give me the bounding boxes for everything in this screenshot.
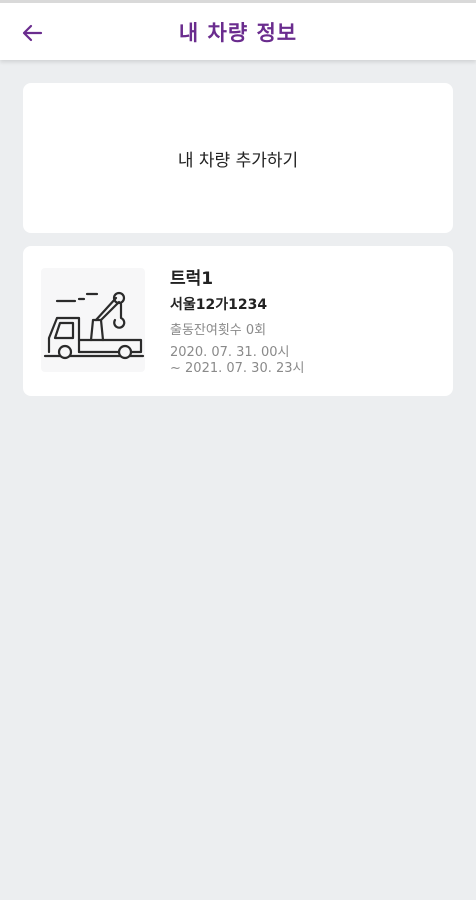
service-period: 2020. 07. 31. 00시 ~ 2021. 07. 30. 23시 xyxy=(170,345,305,377)
vehicle-thumbnail xyxy=(41,268,145,372)
add-vehicle-label: 내 차량 추가하기 xyxy=(177,150,299,171)
remaining-dispatch-count: 출동잔여횟수 0회 xyxy=(170,323,267,338)
vehicle-plate-number: 서울12가1234 xyxy=(170,297,268,313)
add-vehicle-card[interactable]: 내 차량 추가하기 xyxy=(23,83,453,233)
vehicle-card[interactable]: 트럭1 서울12가1234 출동잔여횟수 0회 2020. 07. 31. 00… xyxy=(23,246,453,396)
page-title: 내 차량 정보 xyxy=(178,21,298,45)
period-start: 2020. 07. 31. 00시 xyxy=(170,345,290,360)
vehicle-name: 트럭1 xyxy=(170,269,214,289)
app-bar: 내 차량 정보 xyxy=(0,0,476,60)
period-end: ~ 2021. 07. 30. 23시 xyxy=(170,361,305,376)
tow-truck-icon xyxy=(43,291,145,360)
